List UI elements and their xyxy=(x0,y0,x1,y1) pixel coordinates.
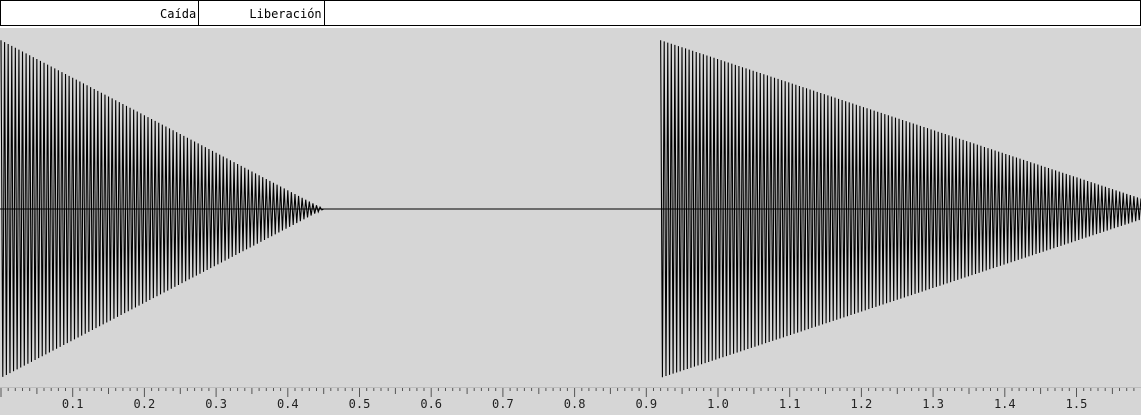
ruler-tick-label: 1.5 xyxy=(1066,397,1088,411)
ruler-tick-label: 0.1 xyxy=(62,397,84,411)
time-ruler[interactable]: 0.1 0.2 0.3 0.4 0.5 0.6 0.7 0.8 0.9 1.0 1.1 1.2 1.3 1… xyxy=(0,387,1141,415)
region-label: Caída xyxy=(160,7,197,21)
label-track[interactable]: Caída Liberación xyxy=(0,0,1141,26)
ruler-tick-label: 0.2 xyxy=(134,397,156,411)
ruler-tick-label: 1.3 xyxy=(922,397,944,411)
ruler-tick-label: 0.9 xyxy=(635,397,657,411)
ruler-tick-label: 0.6 xyxy=(420,397,442,411)
ruler-tick-label: 1.4 xyxy=(994,397,1016,411)
ruler-tick-label: 1.1 xyxy=(779,397,801,411)
ruler-tick-label: 1.2 xyxy=(851,397,873,411)
ruler-tick-label: 0.8 xyxy=(564,397,586,411)
ruler-tick-label: 0.4 xyxy=(277,397,299,411)
ruler-tick-label: 0.7 xyxy=(492,397,514,411)
ruler-tick-label: 0.3 xyxy=(205,397,227,411)
ruler-tick-label: 0.5 xyxy=(349,397,371,411)
region-label: Liberación xyxy=(249,7,322,21)
time-ruler-svg: 0.1 0.2 0.3 0.4 0.5 0.6 0.7 0.8 0.9 1.0 1.1 1.2 1.3 1… xyxy=(0,388,1135,411)
waveform-track[interactable] xyxy=(0,28,1141,387)
label-region-liberacion[interactable]: Liberación xyxy=(199,1,325,25)
ruler-tick-label: 1.0 xyxy=(707,397,729,411)
waveform xyxy=(0,40,1141,378)
label-region-caida[interactable]: Caída xyxy=(2,1,200,25)
